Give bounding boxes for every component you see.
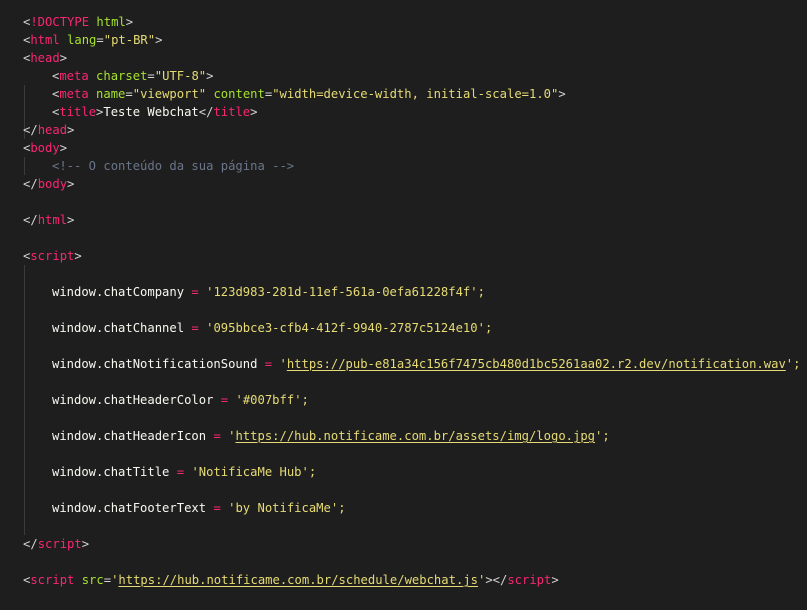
attr-value: "UTF-8"	[154, 69, 207, 83]
string-end: ';	[785, 357, 801, 371]
url-link[interactable]: https://pub-e81a34c156f7475cb480d1bc5261…	[287, 357, 786, 371]
tag-name: script	[30, 573, 75, 587]
code-editor[interactable]: <!DOCTYPE html> <html lang="pt-BR"> <hea…	[0, 0, 807, 610]
string-value: by NotificaMe	[235, 501, 331, 515]
tag-name: html	[30, 33, 60, 47]
tag-name: script	[30, 249, 75, 263]
code-line-12: </html>	[23, 213, 75, 227]
code-line-7: </head>	[23, 123, 75, 137]
attr-name: charset	[96, 69, 148, 83]
code-line-5: <meta name="viewport" content="width=dev…	[52, 87, 566, 101]
js-identifier: window.chatCompany	[52, 285, 185, 299]
string-value: 095bbce3-cfb4-412f-9940-2787c5124e10	[213, 321, 478, 335]
string-end: ';	[294, 393, 309, 407]
code-line-14: <script>	[23, 249, 82, 263]
url-link[interactable]: https://hub.notificame.com.br/assets/img…	[235, 429, 595, 443]
tag-name: title	[59, 105, 97, 119]
tag-name: body	[30, 141, 60, 155]
attr-name: src	[81, 573, 104, 587]
code-line-18: window.chatChannel = '095bbce3-cfb4-412f…	[23, 319, 807, 337]
tag-name: script	[37, 537, 82, 551]
operator: =	[220, 393, 229, 407]
code-line-6: <title>Teste Webchat</title>	[52, 105, 258, 119]
doctype-keyword: !DOCTYPE	[30, 15, 90, 29]
attr-value: "viewport"	[132, 87, 207, 101]
code-lines: <!DOCTYPE html> <html lang="pt-BR"> <hea…	[23, 13, 807, 589]
tag-name: head	[37, 123, 68, 137]
string-end: ';	[595, 429, 610, 443]
comment: <!-- O conteúdo da sua página -->	[52, 159, 295, 173]
code-line-28: window.chatFooterText = 'by NotificaMe';	[23, 499, 807, 517]
operator: =	[264, 357, 273, 371]
code-line-2: <html lang="pt-BR">	[23, 33, 163, 47]
tag-name: meta	[59, 69, 89, 83]
js-identifier: window.chatNotificationSound	[52, 357, 258, 371]
js-identifier: window.chatHeaderIcon	[52, 429, 207, 443]
js-identifier: window.chatHeaderColor	[52, 393, 214, 407]
js-identifier: window.chatChannel	[52, 321, 185, 335]
string-end: ';	[301, 465, 317, 479]
string-end: ';	[330, 501, 346, 515]
string-value: NotificaMe Hub	[198, 465, 302, 479]
attr-name: content	[213, 87, 265, 101]
tag-name: meta	[59, 87, 89, 101]
tag-name: title	[213, 105, 251, 119]
operator: =	[191, 285, 199, 299]
attr-value: "width=device-width, initial-scale=1.0"	[272, 87, 559, 101]
tag-name: script	[507, 573, 552, 587]
code-line-30: </script>	[23, 537, 90, 551]
operator: =	[176, 465, 185, 479]
js-identifier: window.chatTitle	[52, 465, 170, 479]
string-end: ';	[477, 321, 493, 335]
url-link[interactable]: https://hub.notificame.com.br/schedule/w…	[118, 573, 478, 587]
code-line-20: window.chatNotificationSound = 'https://…	[23, 355, 807, 373]
operator: =	[213, 501, 221, 515]
string-value: 123d983-281d-11ef-561a-0efa61228f4f	[213, 285, 471, 299]
code-line-24: window.chatHeaderIcon = 'https://hub.not…	[23, 427, 807, 445]
string-end: ';	[470, 285, 485, 299]
attr-name: lang	[67, 33, 97, 47]
string-value: #007bff	[242, 393, 295, 407]
quote: '	[191, 465, 199, 479]
js-identifier: window.chatFooterText	[52, 501, 207, 515]
code-line-4: <meta charset="UTF-8">	[52, 69, 214, 83]
quote: '	[235, 393, 243, 407]
code-line-22: window.chatHeaderColor = '#007bff';	[23, 391, 807, 409]
code-line-9: <!-- O conteúdo da sua página -->	[23, 157, 807, 175]
text-content: Teste Webchat	[103, 105, 199, 119]
code-line-1: <!DOCTYPE html>	[23, 15, 134, 29]
tag-name: html	[37, 213, 68, 227]
code-line-10: </body>	[23, 177, 75, 191]
attr-name: name	[96, 87, 126, 101]
code-line-26: window.chatTitle = 'NotificaMe Hub';	[23, 463, 807, 481]
code-line-32: <script src='https://hub.notificame.com.…	[23, 573, 559, 587]
doctype-value: html	[96, 15, 126, 29]
tag-name: head	[30, 51, 60, 65]
quote: '	[279, 357, 287, 371]
operator: =	[213, 429, 221, 443]
code-line-16: window.chatCompany = '123d983-281d-11ef-…	[23, 283, 807, 301]
code-line-3: <head>	[23, 51, 68, 65]
attr-value: "pt-BR"	[103, 33, 156, 47]
tag-name: body	[37, 177, 68, 191]
code-line-8: <body>	[23, 141, 68, 155]
operator: =	[191, 321, 199, 335]
